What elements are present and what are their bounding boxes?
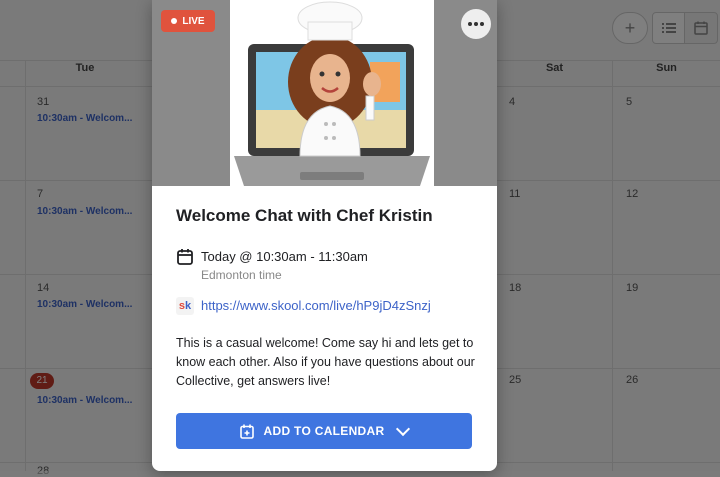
event-title: Welcome Chat with Chef Kristin — [176, 206, 433, 225]
skool-logo-icon: sk — [176, 297, 194, 315]
event-link[interactable]: https://www.skool.com/live/hP9jD4zSnzj — [201, 298, 431, 313]
event-description: This is a casual welcome! Come say hi an… — [176, 336, 475, 388]
calendar-icon — [177, 249, 193, 265]
live-badge: LIVE — [161, 10, 215, 32]
chevron-down-icon — [396, 421, 411, 437]
event-cover-image — [230, 0, 434, 186]
add-to-calendar-button[interactable]: ADD TO CALENDAR — [176, 413, 472, 449]
calendar-add-icon — [239, 424, 254, 439]
chef-laptop-illustration — [230, 0, 434, 186]
more-options-button[interactable] — [461, 9, 491, 39]
event-time: Today @ 10:30am - 11:30am — [201, 249, 368, 264]
ellipsis-icon — [468, 22, 484, 26]
live-label: LIVE — [182, 15, 205, 27]
event-timezone: Edmonton time — [201, 268, 282, 282]
event-cover: LIVE — [152, 0, 497, 186]
live-dot-icon — [171, 18, 178, 24]
event-modal: LIVE Welcome Chat with Chef Kristin Toda… — [152, 0, 497, 471]
add-to-calendar-label: ADD TO CALENDAR — [263, 424, 385, 438]
